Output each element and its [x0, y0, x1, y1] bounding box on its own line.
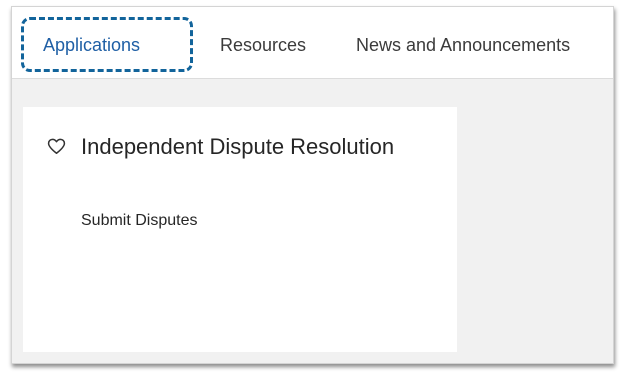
tab-news-and-announcements[interactable]: News and Announcements [356, 35, 570, 56]
tab-bar: Applications Resources News and Announce… [12, 7, 613, 79]
application-card: Independent Dispute Resolution Submit Di… [23, 107, 457, 352]
card-title[interactable]: Independent Dispute Resolution [81, 132, 401, 161]
heart-outline-icon[interactable] [47, 137, 66, 156]
tab-resources[interactable]: Resources [220, 35, 306, 56]
portal-window: Applications Resources News and Announce… [11, 6, 614, 364]
tab-applications[interactable]: Applications [43, 35, 140, 56]
submit-disputes-link[interactable]: Submit Disputes [81, 212, 198, 230]
